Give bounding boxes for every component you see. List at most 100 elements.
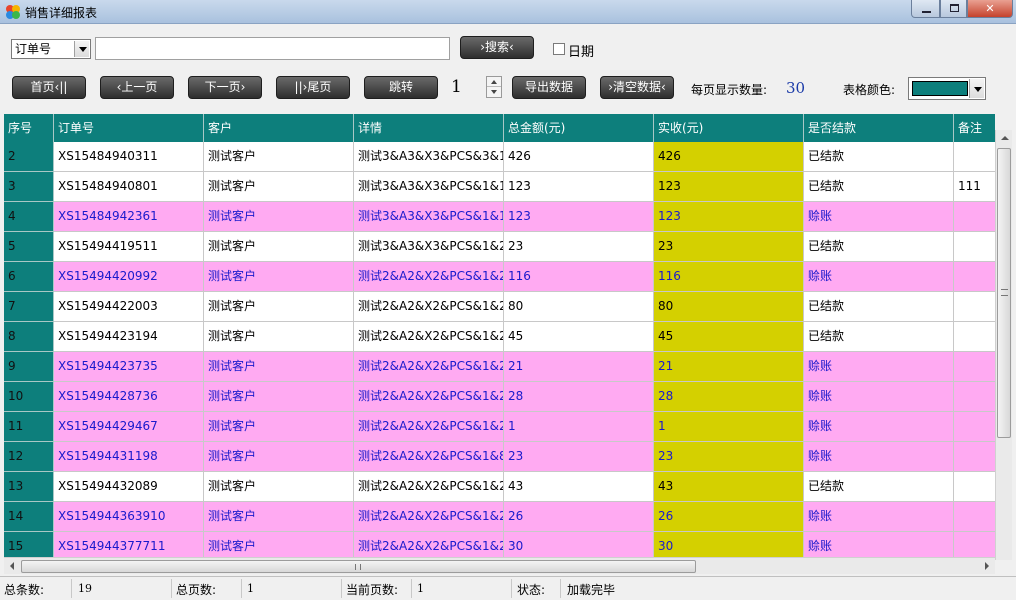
- cell-received[interactable]: 1: [654, 412, 804, 442]
- cell-order-no[interactable]: XS15494429467: [54, 412, 204, 442]
- cell-settled[interactable]: 赊账: [804, 352, 954, 382]
- page-spinner[interactable]: [486, 76, 502, 98]
- cell-remark[interactable]: [954, 352, 995, 382]
- cell-settled[interactable]: 赊账: [804, 202, 954, 232]
- chevron-down-icon[interactable]: [74, 41, 89, 57]
- cell-detail[interactable]: 测试2&A2&X2&PCS&1&2: [354, 322, 504, 352]
- cell-order-no[interactable]: XS15494431198: [54, 442, 204, 472]
- cell-settled[interactable]: 赊账: [804, 532, 954, 557]
- cell-detail[interactable]: 测试3&A3&X3&PCS&1&2: [354, 232, 504, 262]
- cell-settled[interactable]: 已结款: [804, 472, 954, 502]
- scroll-up-icon[interactable]: [996, 130, 1013, 147]
- cell-remark[interactable]: [954, 142, 995, 172]
- cell-detail[interactable]: 测试3&A3&X3&PCS&1&1: [354, 172, 504, 202]
- cell-index[interactable]: 14: [4, 502, 54, 532]
- table-row[interactable]: 7 XS15494422003 测试客户 测试2&A2&X2&PCS&1&2 80 80 已…: [4, 292, 995, 322]
- cell-order-no[interactable]: XS154944363910: [54, 502, 204, 532]
- cell-detail[interactable]: 测试2&A2&X2&PCS&1&2: [354, 472, 504, 502]
- cell-index[interactable]: 9: [4, 352, 54, 382]
- cell-received[interactable]: 26: [654, 502, 804, 532]
- cell-remark[interactable]: [954, 262, 995, 292]
- column-header-order-no[interactable]: 订单号: [54, 114, 204, 142]
- spinner-up-icon[interactable]: [487, 77, 501, 87]
- cell-customer[interactable]: 测试客户: [204, 472, 354, 502]
- cell-customer[interactable]: 测试客户: [204, 142, 354, 172]
- cell-total-amount[interactable]: 28: [504, 382, 654, 412]
- cell-settled[interactable]: 赊账: [804, 262, 954, 292]
- cell-index[interactable]: 11: [4, 412, 54, 442]
- column-header-total-amount[interactable]: 总金额(元): [504, 114, 654, 142]
- close-button[interactable]: ✕: [967, 0, 1013, 18]
- column-header-customer[interactable]: 客户: [204, 114, 354, 142]
- cell-total-amount[interactable]: 426: [504, 142, 654, 172]
- cell-customer[interactable]: 测试客户: [204, 382, 354, 412]
- table-row[interactable]: 12 XS15494431198 测试客户 测试2&A2&X2&PCS&1&8 23 23…: [4, 442, 995, 472]
- cell-total-amount[interactable]: 23: [504, 232, 654, 262]
- cell-order-no[interactable]: XS15494419511: [54, 232, 204, 262]
- chevron-down-icon[interactable]: [969, 79, 984, 98]
- cell-customer[interactable]: 测试客户: [204, 202, 354, 232]
- spinner-down-icon[interactable]: [487, 87, 501, 97]
- cell-customer[interactable]: 测试客户: [204, 532, 354, 557]
- cell-customer[interactable]: 测试客户: [204, 262, 354, 292]
- export-button[interactable]: 导出数据: [512, 76, 586, 99]
- table-row[interactable]: 10 XS15494428736 测试客户 测试2&A2&X2&PCS&1&2 28 28…: [4, 382, 995, 412]
- cell-received[interactable]: 123: [654, 172, 804, 202]
- cell-customer[interactable]: 测试客户: [204, 412, 354, 442]
- cell-received[interactable]: 28: [654, 382, 804, 412]
- cell-index[interactable]: 12: [4, 442, 54, 472]
- next-page-button[interactable]: 下一页›: [188, 76, 262, 99]
- table-color-select[interactable]: [908, 77, 986, 100]
- cell-customer[interactable]: 测试客户: [204, 322, 354, 352]
- cell-customer[interactable]: 测试客户: [204, 172, 354, 202]
- scroll-right-icon[interactable]: [978, 558, 995, 575]
- table-row[interactable]: 5 XS15494419511 测试客户 测试3&A3&X3&PCS&1&2 23 23 已…: [4, 232, 995, 262]
- column-header-index[interactable]: 序号: [4, 114, 54, 142]
- cell-customer[interactable]: 测试客户: [204, 442, 354, 472]
- cell-remark[interactable]: [954, 202, 995, 232]
- cell-total-amount[interactable]: 26: [504, 502, 654, 532]
- cell-order-no[interactable]: XS15484940311: [54, 142, 204, 172]
- cell-settled[interactable]: 已结款: [804, 292, 954, 322]
- table-row[interactable]: 2 XS15484940311 测试客户 测试3&A3&X3&PCS&3&1 426 42…: [4, 142, 995, 172]
- cell-remark[interactable]: [954, 472, 995, 502]
- date-checkbox[interactable]: [553, 43, 565, 55]
- cell-received[interactable]: 123: [654, 202, 804, 232]
- cell-remark[interactable]: 111: [954, 172, 995, 202]
- cell-settled[interactable]: 已结款: [804, 142, 954, 172]
- cell-remark[interactable]: [954, 292, 995, 322]
- cell-received[interactable]: 116: [654, 262, 804, 292]
- table-row[interactable]: 3 XS15484940801 测试客户 测试3&A3&X3&PCS&1&1 123 12…: [4, 172, 995, 202]
- table-row[interactable]: 6 XS15494420992 测试客户 测试2&A2&X2&PCS&1&2 116 11…: [4, 262, 995, 292]
- cell-detail[interactable]: 测试2&A2&X2&PCS&1&2: [354, 292, 504, 322]
- cell-order-no[interactable]: XS15484940801: [54, 172, 204, 202]
- cell-index[interactable]: 3: [4, 172, 54, 202]
- cell-total-amount[interactable]: 1: [504, 412, 654, 442]
- cell-received[interactable]: 426: [654, 142, 804, 172]
- column-header-settled[interactable]: 是否结款: [804, 114, 954, 142]
- cell-order-no[interactable]: XS15494420992: [54, 262, 204, 292]
- table-row[interactable]: 8 XS15494423194 测试客户 测试2&A2&X2&PCS&1&2 45 45 已…: [4, 322, 995, 352]
- cell-index[interactable]: 2: [4, 142, 54, 172]
- cell-customer[interactable]: 测试客户: [204, 352, 354, 382]
- cell-index[interactable]: 7: [4, 292, 54, 322]
- horizontal-scrollbar[interactable]: [4, 557, 995, 574]
- cell-order-no[interactable]: XS15494422003: [54, 292, 204, 322]
- cell-index[interactable]: 6: [4, 262, 54, 292]
- cell-total-amount[interactable]: 80: [504, 292, 654, 322]
- cell-customer[interactable]: 测试客户: [204, 292, 354, 322]
- column-header-received[interactable]: 实收(元): [654, 114, 804, 142]
- cell-total-amount[interactable]: 43: [504, 472, 654, 502]
- cell-remark[interactable]: [954, 382, 995, 412]
- cell-settled[interactable]: 已结款: [804, 322, 954, 352]
- cell-total-amount[interactable]: 123: [504, 202, 654, 232]
- cell-total-amount[interactable]: 21: [504, 352, 654, 382]
- cell-received[interactable]: 43: [654, 472, 804, 502]
- cell-total-amount[interactable]: 116: [504, 262, 654, 292]
- cell-order-no[interactable]: XS15484942361: [54, 202, 204, 232]
- cell-total-amount[interactable]: 123: [504, 172, 654, 202]
- search-input[interactable]: [95, 37, 450, 60]
- cell-detail[interactable]: 测试2&A2&X2&PCS&1&2: [354, 412, 504, 442]
- prev-page-button[interactable]: ‹上一页: [100, 76, 174, 99]
- clear-button[interactable]: ›清空数据‹: [600, 76, 674, 99]
